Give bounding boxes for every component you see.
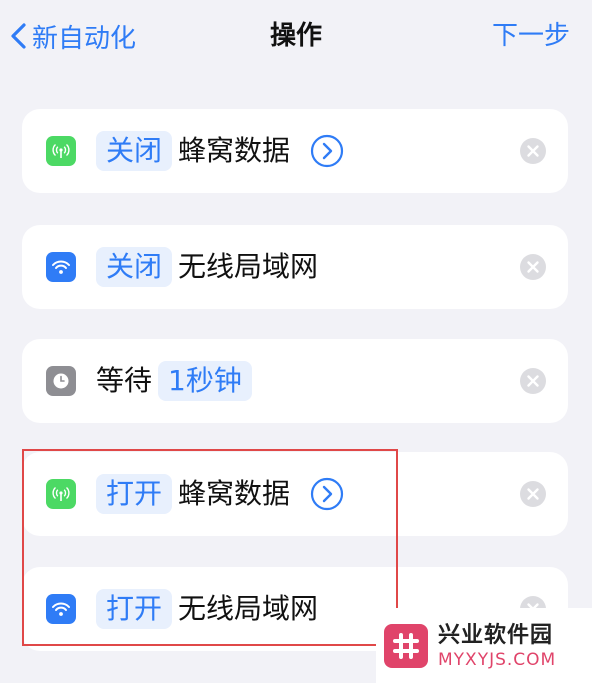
action-state-token[interactable]: 关闭 [96, 131, 173, 171]
action-label: 蜂窝数据 [178, 134, 291, 167]
action-label: 蜂窝数据 [178, 477, 291, 510]
chevron-right-circle-icon[interactable] [310, 134, 344, 168]
action-label: 无线局域网 [178, 250, 319, 283]
watermark-title: 兴业软件园 [438, 622, 554, 648]
action-card-cellular-on[interactable]: 打开 蜂窝数据 [22, 452, 568, 536]
action-state-token[interactable]: 关闭 [96, 247, 173, 287]
close-circle-icon [520, 481, 546, 507]
close-circle-icon [520, 368, 546, 394]
action-card-wait[interactable]: 等待 1秒钟 [22, 339, 568, 423]
clock-icon [46, 366, 76, 396]
close-circle-icon [520, 138, 546, 164]
navigation-bar: 新自动化 操作 下一步 [0, 0, 592, 70]
chevron-right-circle-icon[interactable] [310, 477, 344, 511]
action-label: 无线局域网 [178, 592, 319, 625]
action-content: 关闭 蜂窝数据 [96, 109, 344, 193]
watermark: 兴业软件园 MYXYJS.COM [376, 608, 592, 683]
wifi-icon [46, 252, 76, 282]
remove-action-button[interactable] [520, 138, 546, 164]
action-content: 打开 无线局域网 [96, 567, 318, 651]
action-card-cellular-off[interactable]: 关闭 蜂窝数据 [22, 109, 568, 193]
action-content: 打开 蜂窝数据 [96, 452, 344, 536]
wait-duration-token[interactable]: 1秒钟 [158, 361, 252, 401]
watermark-logo-icon [384, 623, 428, 668]
action-card-wifi-off[interactable]: 关闭 无线局域网 [22, 225, 568, 309]
cellular-icon [46, 136, 76, 166]
action-state-token[interactable]: 打开 [96, 474, 173, 514]
action-label: 等待 [96, 364, 153, 397]
remove-action-button[interactable] [520, 254, 546, 280]
watermark-text: 兴业软件园 MYXYJS.COM [438, 622, 556, 670]
next-button[interactable]: 下一步 [492, 16, 570, 56]
wifi-icon [46, 594, 76, 624]
close-circle-icon [520, 254, 546, 280]
remove-action-button[interactable] [520, 481, 546, 507]
action-content: 关闭 无线局域网 [96, 225, 318, 309]
cellular-icon [46, 479, 76, 509]
remove-action-button[interactable] [520, 368, 546, 394]
action-state-token[interactable]: 打开 [96, 589, 173, 629]
watermark-url: MYXYJS.COM [438, 649, 557, 670]
action-content: 等待 1秒钟 [96, 339, 252, 423]
